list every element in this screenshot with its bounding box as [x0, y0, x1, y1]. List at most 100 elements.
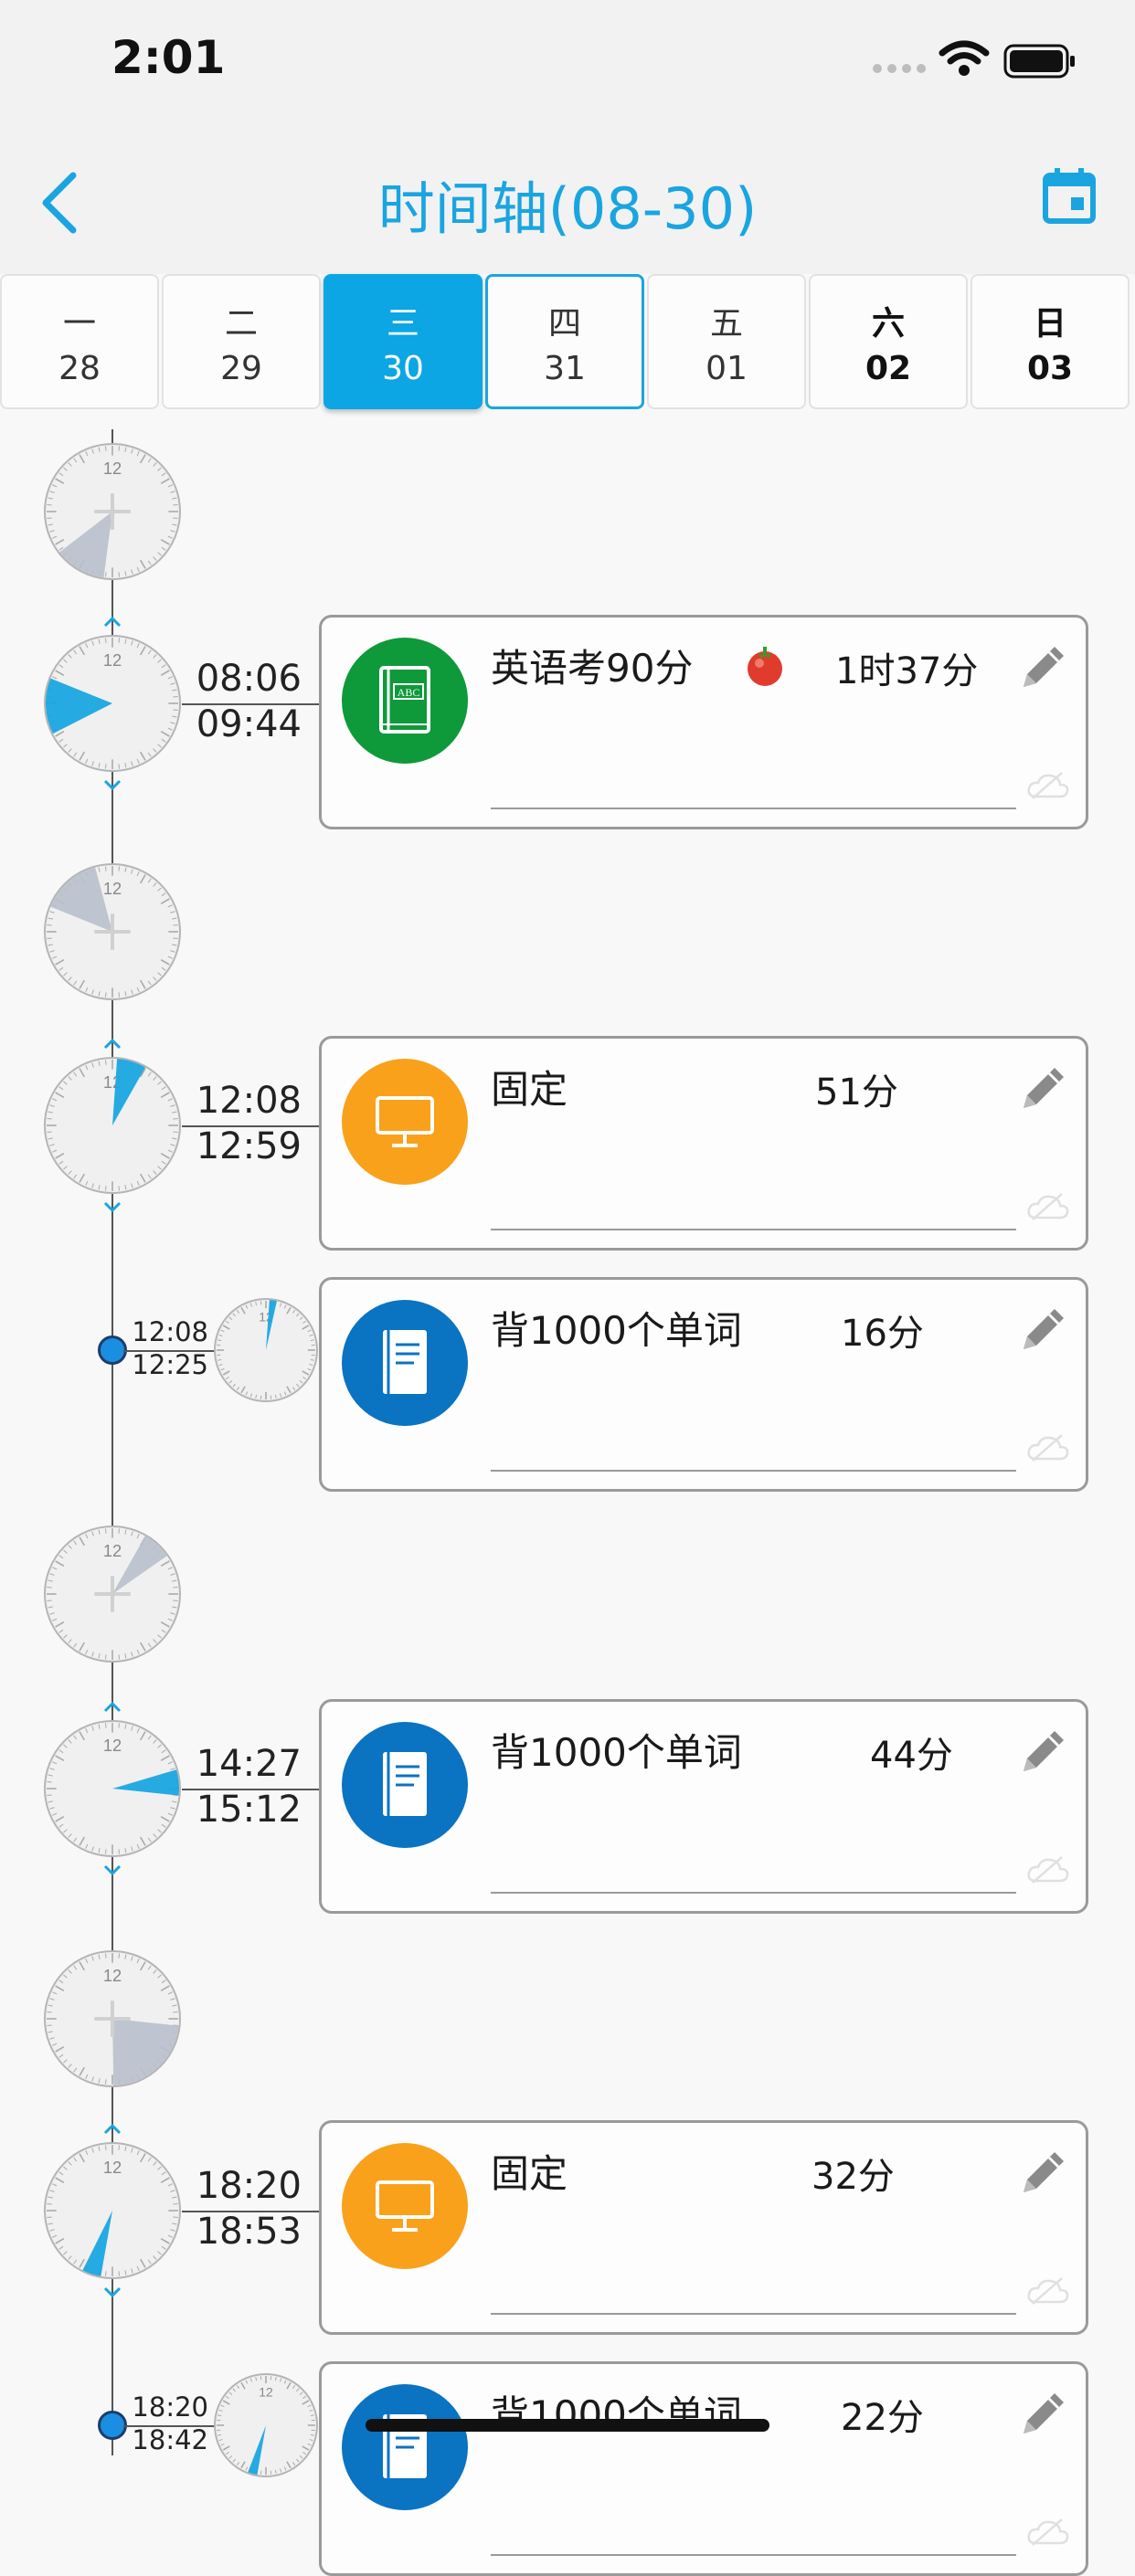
day-weekday: 四 — [548, 297, 581, 344]
pencil-icon[interactable] — [1016, 1061, 1071, 1115]
add-entry-clock[interactable]: 12 — [43, 862, 182, 1001]
clock-twelve-label: 12 — [103, 1736, 122, 1755]
task-title: 英语考90分 — [491, 638, 693, 693]
clock-twelve-label: 12 — [259, 2385, 273, 2400]
page-title: 时间轴(08-30) — [0, 163, 1135, 245]
task-title: 固定 — [491, 1059, 568, 1114]
day-date: 02 — [865, 350, 911, 387]
day-weekday: 一 — [63, 297, 96, 344]
clock-twelve-label: 12 — [103, 459, 122, 478]
task-title: 固定 — [491, 2143, 568, 2199]
clock-twelve-label: 12 — [103, 1541, 122, 1560]
pencil-icon[interactable] — [1016, 2386, 1071, 2441]
expand-down-icon[interactable] — [102, 778, 122, 791]
note-underline — [491, 1892, 1016, 1894]
cloud-sync-icon — [1025, 2276, 1071, 2306]
entry-clock: 12 — [43, 2141, 182, 2280]
book-icon — [342, 1300, 468, 1426]
tomato-icon — [742, 643, 788, 689]
entry-mini-clock: 12 — [213, 1297, 319, 1403]
status-bar: 2:01 — [0, 0, 1135, 128]
expand-down-icon[interactable] — [102, 2286, 122, 2298]
timeline-card[interactable]: 固定 32分 — [319, 2120, 1088, 2335]
task-duration: 16分 — [841, 1304, 924, 1357]
clock-face: 12 — [43, 1949, 182, 2088]
start-time: 12:08 — [187, 1078, 302, 1124]
end-time: 09:44 — [187, 702, 302, 747]
entry-clock: 12 — [43, 1056, 182, 1195]
monitor-icon — [342, 1059, 468, 1185]
task-duration: 44分 — [870, 1726, 953, 1779]
day-tab-01[interactable]: 五01 — [647, 274, 806, 409]
cloud-sync-icon — [1025, 1192, 1071, 1221]
expand-down-icon[interactable] — [102, 1863, 122, 1876]
monitor-icon — [342, 2143, 468, 2269]
add-entry-clock[interactable]: 12 — [43, 442, 182, 581]
day-date: 30 — [382, 350, 424, 387]
status-time: 2:01 — [111, 31, 225, 84]
day-tab-30[interactable]: 三 30 — [324, 274, 483, 409]
add-entry-clock[interactable]: 12 — [43, 1949, 182, 2088]
timeline-card[interactable]: 背1000个单词 22分 — [319, 2361, 1088, 2576]
start-time: 12:08 — [128, 1315, 208, 1348]
clock-time-sector — [112, 2019, 179, 2085]
day-weekday: 三 — [387, 297, 419, 344]
day-tab-03[interactable]: 日 03 — [971, 274, 1130, 409]
expand-up-icon[interactable] — [102, 2123, 122, 2136]
expand-down-icon[interactable] — [102, 1200, 122, 1213]
start-time: 14:27 — [187, 1741, 302, 1787]
end-time: 18:42 — [128, 2423, 208, 2456]
note-underline — [491, 808, 1016, 809]
note-underline — [491, 1229, 1016, 1230]
day-tab-31[interactable]: 四31 — [485, 274, 644, 409]
entry-clock: 12 — [43, 1719, 182, 1858]
book-icon — [342, 2384, 468, 2510]
expand-up-icon[interactable] — [102, 1038, 122, 1050]
expand-up-icon[interactable] — [102, 616, 122, 628]
clock-twelve-label: 12 — [103, 650, 122, 670]
clock-face: 12 — [43, 862, 182, 1001]
day-date: 28 — [58, 350, 101, 387]
day-date: 29 — [220, 350, 262, 387]
task-duration: 32分 — [811, 2147, 895, 2200]
pencil-icon[interactable] — [1016, 639, 1071, 694]
pencil-icon[interactable] — [1016, 1302, 1071, 1357]
start-time: 18:20 — [187, 2163, 302, 2209]
time-range: 08:0609:44 — [187, 656, 302, 747]
task-title: 背1000个单词 — [491, 1300, 742, 1356]
start-time: 08:06 — [187, 656, 302, 702]
home-indicator — [366, 2419, 769, 2432]
end-time: 12:25 — [128, 1348, 208, 1381]
end-time: 12:59 — [187, 1124, 302, 1169]
day-weekday: 六 — [872, 297, 905, 344]
timeline-card[interactable]: 背1000个单词 16分 — [319, 1277, 1088, 1492]
expand-up-icon[interactable] — [102, 1701, 122, 1714]
pencil-icon[interactable] — [1016, 2145, 1071, 2200]
timeline-card[interactable]: ABC 英语考90分 1时37分 — [319, 615, 1088, 829]
note-underline — [491, 2313, 1016, 2315]
svg-text:ABC: ABC — [398, 686, 420, 699]
cloud-sync-icon — [1025, 2518, 1071, 2547]
clock-twelve-label: 12 — [103, 2158, 122, 2177]
clock-face: 12 — [43, 442, 182, 581]
day-tab-02[interactable]: 六 02 — [809, 274, 968, 409]
abc-book-icon: ABC — [342, 638, 468, 764]
time-range: 18:2018:53 — [187, 2163, 302, 2254]
add-entry-clock[interactable]: 12 — [43, 1525, 182, 1663]
task-duration: 51分 — [815, 1062, 898, 1115]
day-tab-29[interactable]: 二29 — [162, 274, 321, 409]
signal-icon — [873, 64, 926, 73]
timeline-card[interactable]: 背1000个单词 44分 — [319, 1699, 1088, 1914]
timeline-card[interactable]: 固定 51分 — [319, 1036, 1088, 1251]
note-underline — [491, 2554, 1016, 2556]
calendar-icon[interactable] — [1042, 166, 1097, 225]
pencil-icon[interactable] — [1016, 1724, 1071, 1779]
note-underline — [491, 1470, 1016, 1472]
day-weekday: 日 — [1034, 297, 1066, 344]
day-date: 03 — [1027, 350, 1073, 387]
clock-twelve-label: 12 — [103, 1966, 122, 1985]
clock-twelve-label: 12 — [103, 879, 122, 898]
day-tab-28[interactable]: 一 28 — [0, 274, 159, 409]
cloud-sync-icon — [1025, 1433, 1071, 1462]
day-weekday: 五 — [710, 297, 743, 344]
